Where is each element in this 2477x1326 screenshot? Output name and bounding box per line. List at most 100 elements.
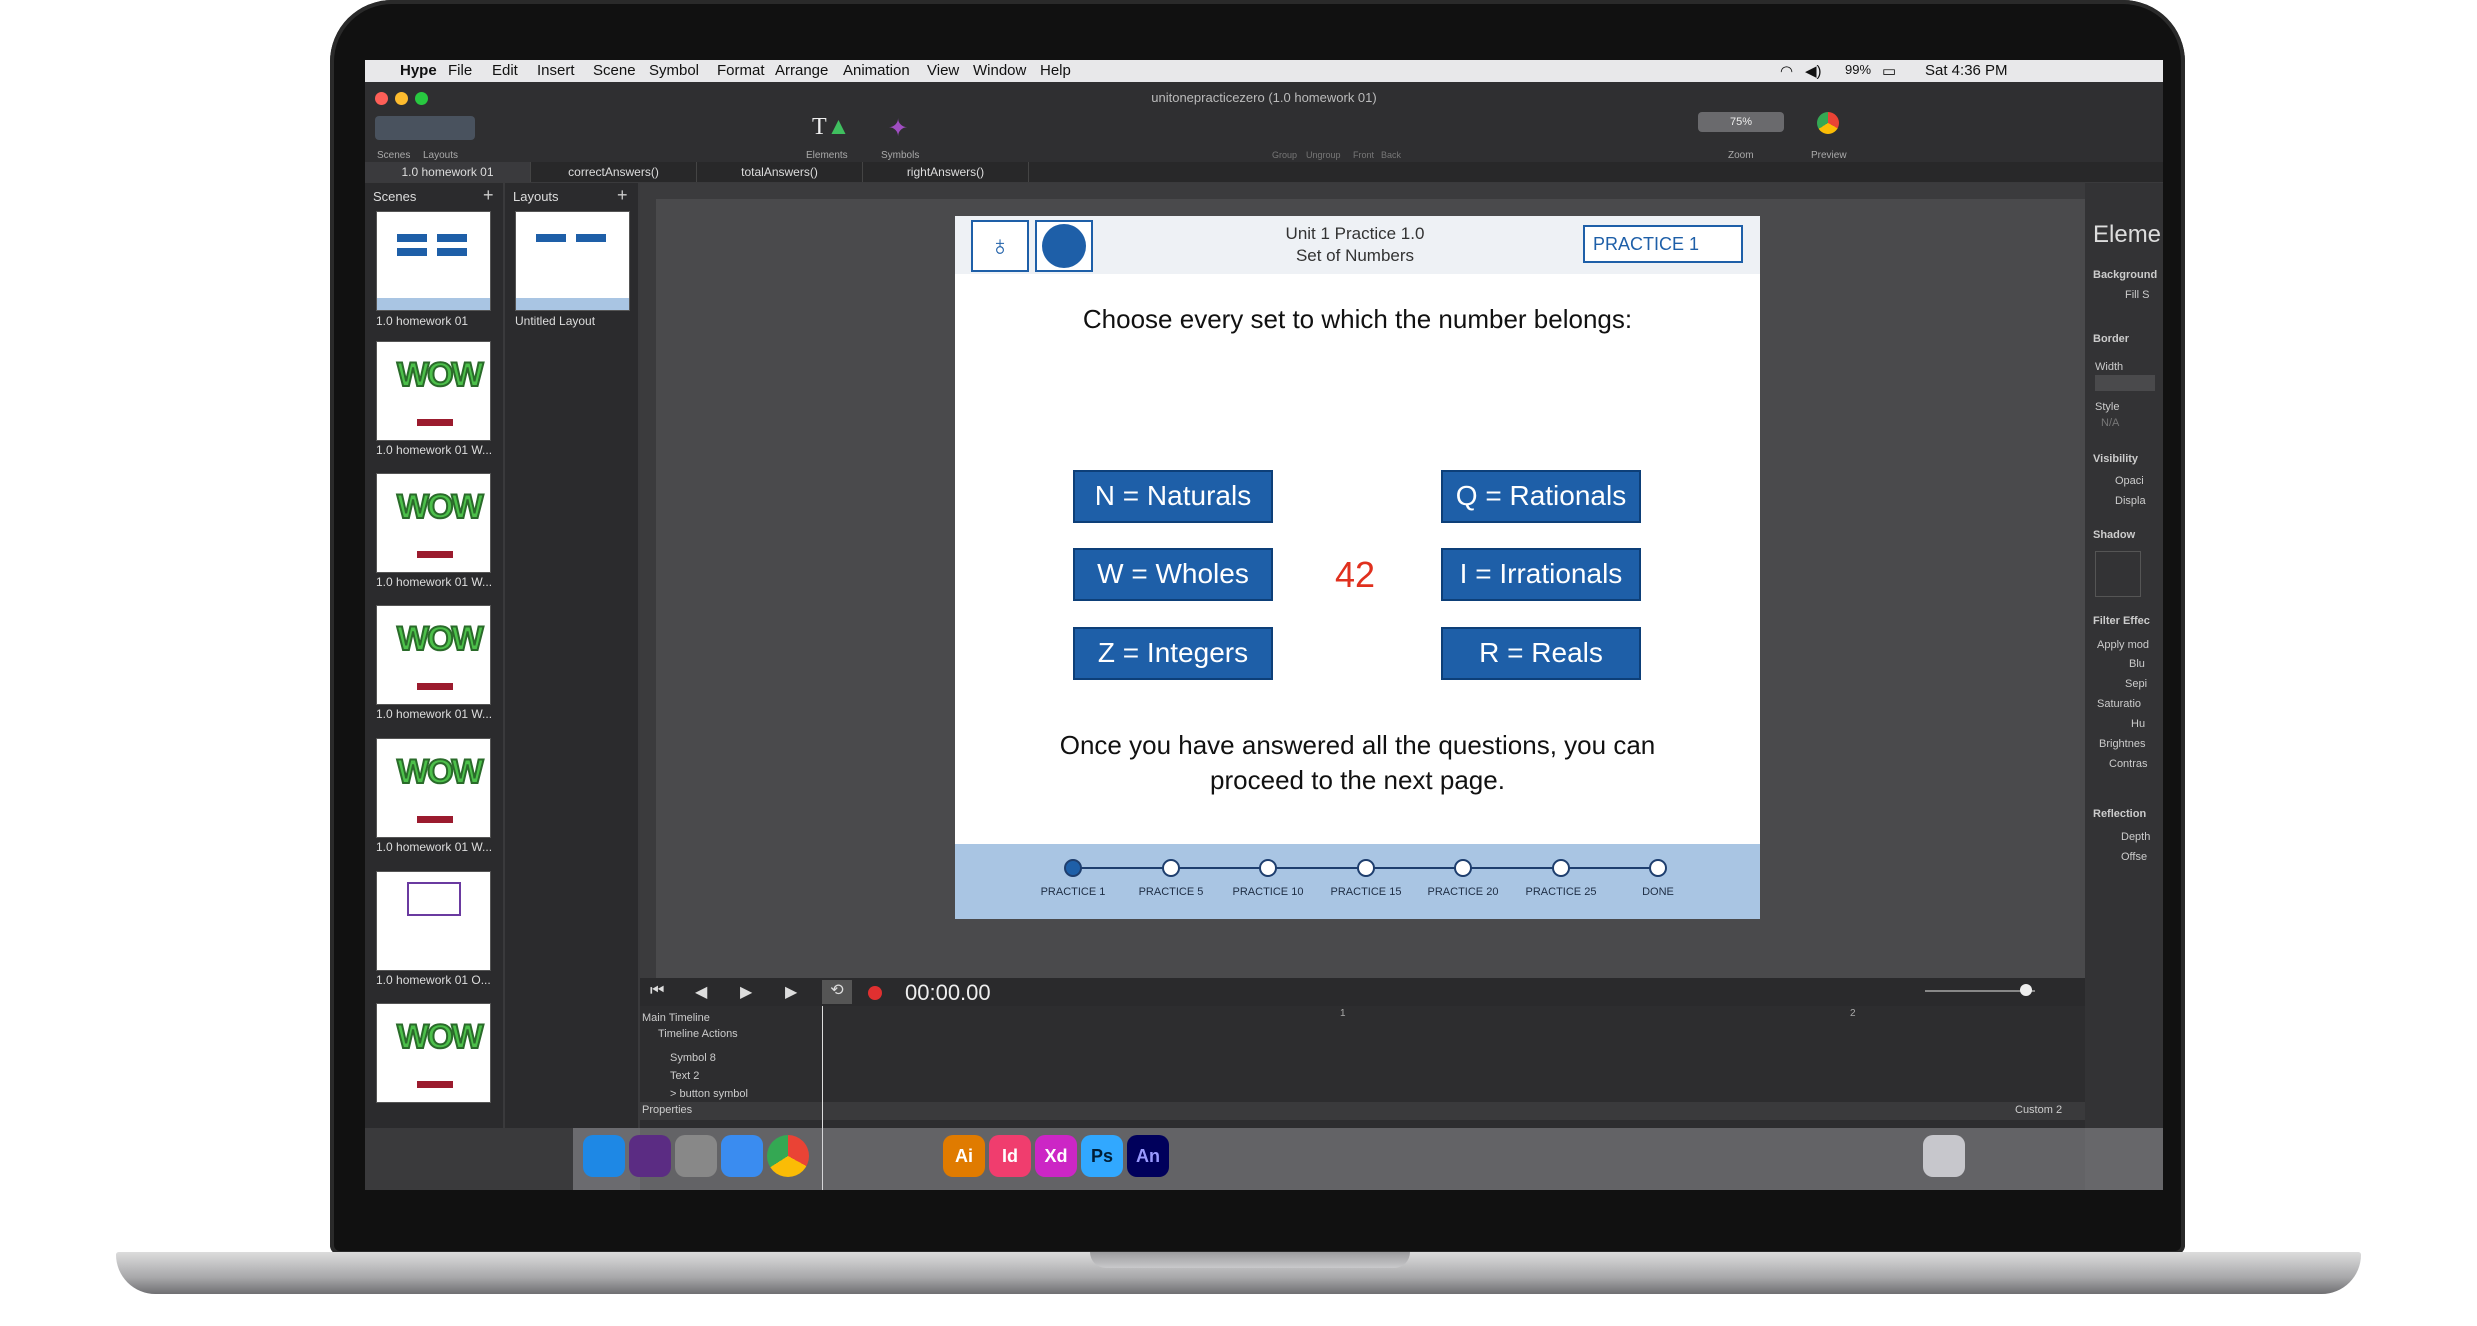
scene-thumb-7[interactable]: WOW [376, 1003, 491, 1103]
text-2-row[interactable]: Text 2 [670, 1070, 699, 1082]
front-label[interactable]: Front [1353, 150, 1374, 160]
zoom-slider[interactable] [1925, 990, 2035, 992]
step-back-icon[interactable]: ◀ [695, 982, 707, 1002]
battery-percent: 99% [1845, 62, 1872, 77]
menu-format[interactable]: Format [717, 62, 765, 79]
width-label: Width [2095, 361, 2124, 373]
skip-start-icon[interactable]: ⏮ [650, 982, 664, 1000]
custom-select[interactable]: Custom 2 [2015, 1104, 2062, 1116]
wifi-icon[interactable]: ◠ [1780, 62, 1793, 80]
scene-thumb-5[interactable]: WOW [376, 738, 491, 838]
progress-dot-3[interactable] [1259, 859, 1277, 877]
wholes-button[interactable]: W = Wholes [1073, 548, 1273, 601]
rationals-button[interactable]: Q = Rationals [1441, 470, 1641, 523]
zoom-slider-thumb[interactable] [2020, 984, 2032, 996]
scene-thumb-4[interactable]: WOW [376, 605, 491, 705]
naturals-button[interactable]: N = Naturals [1073, 470, 1273, 523]
progress-dot-7[interactable] [1649, 859, 1667, 877]
tab-right-answers[interactable]: rightAnswers() [863, 162, 1029, 182]
symbols-label: Symbols [881, 150, 920, 161]
menu-edit[interactable]: Edit [492, 62, 518, 79]
progress-dot-5[interactable] [1454, 859, 1472, 877]
layout-thumb[interactable] [515, 211, 630, 311]
siri-icon[interactable] [629, 1135, 671, 1177]
scene-label-4: 1.0 homework 01 W... [376, 707, 493, 721]
scene-thumb-3[interactable]: WOW [376, 473, 491, 573]
opacity-label: Opaci [2115, 475, 2144, 487]
elements-icon[interactable]: T▲ [812, 114, 850, 141]
symbols-icon[interactable]: ✦ [888, 114, 908, 143]
finder-icon[interactable] [583, 1135, 625, 1177]
animate-icon[interactable]: An [1127, 1135, 1169, 1177]
illustrator-icon[interactable]: Ai [943, 1135, 985, 1177]
scenes-layouts-toggle[interactable] [375, 116, 475, 140]
progress-dot-2[interactable] [1162, 859, 1180, 877]
preview-label: Preview [1811, 150, 1847, 161]
window-title: unitonepracticezero (1.0 homework 01) [1151, 90, 1377, 105]
irrationals-button[interactable]: I = Irrationals [1441, 548, 1641, 601]
scene-thumb-6[interactable] [376, 871, 491, 971]
step-forward-icon[interactable]: ▶ [785, 982, 797, 1002]
brightness-label: Brightnes [2099, 738, 2146, 750]
add-layout-button[interactable]: + [617, 185, 628, 206]
scene-thumb-1[interactable] [376, 211, 491, 311]
loop-icon[interactable]: ⟲ [822, 980, 852, 1004]
xd-icon[interactable]: Xd [1035, 1135, 1077, 1177]
menu-help[interactable]: Help [1040, 62, 1071, 79]
menu-file[interactable]: File [448, 62, 472, 79]
safari-icon[interactable] [721, 1135, 763, 1177]
progress-dot-6[interactable] [1552, 859, 1570, 877]
battery-icon[interactable]: ▭ [1882, 62, 1896, 80]
menu-insert[interactable]: Insert [537, 62, 575, 79]
photoshop-icon[interactable]: Ps [1081, 1135, 1123, 1177]
menu-window[interactable]: Window [973, 62, 1026, 79]
properties-label[interactable]: Properties [642, 1104, 692, 1116]
vertical-ruler [640, 183, 656, 978]
menu-scene[interactable]: Scene [593, 62, 636, 79]
ungroup-label[interactable]: Ungroup [1306, 150, 1341, 160]
symbol-8-row[interactable]: Symbol 8 [670, 1052, 716, 1064]
tab-correct-answers[interactable]: correctAnswers() [531, 162, 697, 182]
button-symbol-row[interactable]: > button symbol [670, 1088, 748, 1100]
scene-label-3: 1.0 homework 01 W... [376, 575, 493, 589]
chrome-preview-icon[interactable] [1817, 112, 1839, 134]
launchpad-icon[interactable] [675, 1135, 717, 1177]
menu-clock[interactable]: Sat 4:36 PM [1925, 62, 2008, 79]
progress-dot-4[interactable] [1357, 859, 1375, 877]
menu-bar: Hype File Edit Insert Scene Symbol Forma… [365, 60, 2163, 82]
menu-arrange[interactable]: Arrange [775, 62, 828, 79]
menu-animation[interactable]: Animation [843, 62, 910, 79]
chrome-icon[interactable] [767, 1135, 809, 1177]
volume-icon[interactable]: ◀) [1805, 62, 1822, 80]
tab-total-answers[interactable]: totalAnswers() [697, 162, 863, 182]
reals-button[interactable]: R = Reals [1441, 627, 1641, 680]
circle-logo [1035, 220, 1093, 272]
record-button[interactable] [868, 986, 882, 1000]
trash-icon[interactable] [1923, 1135, 1965, 1177]
play-icon[interactable]: ▶ [740, 982, 752, 1002]
border-label: Border [2093, 333, 2130, 345]
horizontal-ruler [640, 183, 2085, 199]
progress-dot-1[interactable] [1064, 859, 1082, 877]
shadow-grid[interactable] [2095, 551, 2141, 597]
scenes-panel: Scenes + 1.0 homework 01 WOW 1.0 homewor… [365, 183, 503, 1128]
width-input[interactable] [2095, 375, 2155, 391]
elements-label: Elements [806, 150, 848, 161]
time-mark-1: 1 [1340, 1008, 1346, 1019]
back-label[interactable]: Back [1381, 150, 1401, 160]
scene-thumb-2[interactable]: WOW [376, 341, 491, 441]
main-timeline-label[interactable]: Main Timeline [642, 1012, 710, 1024]
menu-view[interactable]: View [927, 62, 959, 79]
zoom-select[interactable]: 75% [1698, 112, 1784, 132]
timeline-actions-row[interactable]: Timeline Actions [658, 1028, 738, 1040]
style-value[interactable]: N/A [2101, 417, 2119, 429]
menu-symbol[interactable]: Symbol [649, 62, 699, 79]
indesign-icon[interactable]: Id [989, 1135, 1031, 1177]
menu-app[interactable]: Hype [400, 62, 437, 79]
screen: Hype File Edit Insert Scene Symbol Forma… [365, 60, 2163, 1190]
visibility-label: Visibility [2093, 453, 2139, 465]
integers-button[interactable]: Z = Integers [1073, 627, 1273, 680]
tab-homework[interactable]: 1.0 homework 01 [365, 162, 531, 182]
group-label[interactable]: Group [1272, 150, 1297, 160]
add-scene-button[interactable]: + [483, 185, 494, 206]
